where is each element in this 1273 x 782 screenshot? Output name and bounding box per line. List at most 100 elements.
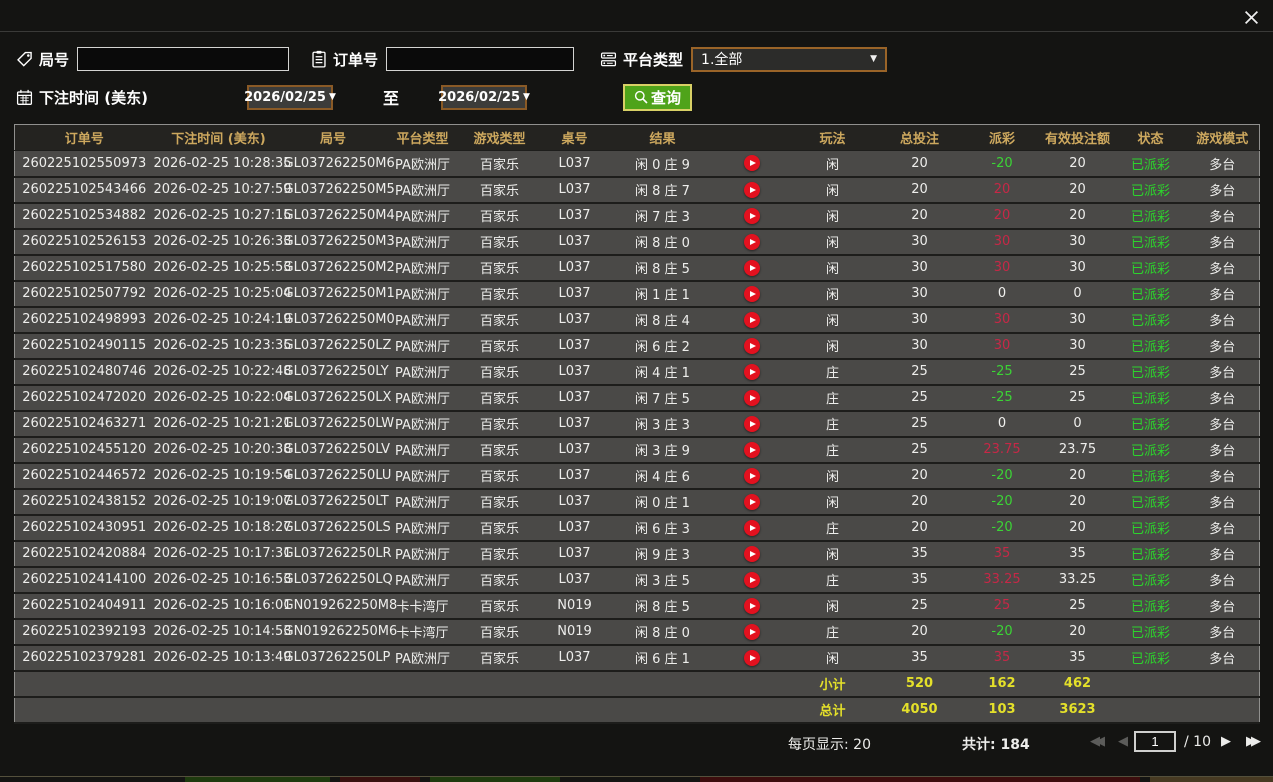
search-button[interactable]: 查询 [623, 84, 692, 111]
replay-play-icon[interactable] [744, 650, 760, 666]
tag-icon [16, 51, 33, 68]
last-page-icon[interactable]: ▶▶ [1246, 734, 1261, 749]
close-icon[interactable] [1241, 7, 1261, 27]
cell-result: 闲 4 庄 6 [613, 463, 713, 489]
replay-play-icon[interactable] [744, 338, 760, 354]
cell-time: 2026-02-25 10:18:27 [154, 515, 284, 541]
cell-play-type: 庄 [791, 385, 875, 411]
cell-round: GL037262250LW [284, 411, 383, 437]
cell-game-mode: 多台 [1186, 645, 1260, 671]
cell-round: GL037262250LZ [284, 333, 383, 359]
replay-play-icon[interactable] [744, 234, 760, 250]
cell-status: 已派彩 [1116, 333, 1186, 359]
cell-order: 260225102463271 [15, 411, 154, 437]
subtotal-valid-bet: 462 [1040, 671, 1116, 697]
cell-valid-bet: 23.75 [1040, 437, 1116, 463]
table-header-row: 订单号 下注时间 (美东) 局号 平台类型 游戏类型 桌号 结果 玩法 总投注 … [15, 125, 1260, 151]
cell-total-bet: 35 [875, 567, 965, 593]
cell-game-mode: 多台 [1186, 229, 1260, 255]
cell-play-type: 闲 [791, 333, 875, 359]
cell-round: GL037262250LS [284, 515, 383, 541]
cell-valid-bet: 0 [1040, 281, 1116, 307]
cell-game-mode: 多台 [1186, 437, 1260, 463]
replay-play-icon[interactable] [744, 442, 760, 458]
platform-type-select[interactable]: 1.全部 ▼ [691, 47, 887, 72]
replay-play-icon[interactable] [744, 546, 760, 562]
cell-play-type: 庄 [791, 619, 875, 645]
cell-platform: PA欧洲厅 [383, 541, 463, 567]
cell-status: 已派彩 [1116, 645, 1186, 671]
replay-play-icon[interactable] [744, 155, 760, 171]
replay-play-icon[interactable] [744, 364, 760, 380]
cell-round: GL037262250M0 [284, 307, 383, 333]
first-page-icon[interactable]: ◀◀ [1090, 734, 1105, 749]
cell-table-no: L037 [537, 281, 613, 307]
cell-result: 闲 0 庄 9 [613, 151, 713, 177]
header-time: 下注时间 (美东) [154, 125, 284, 151]
to-label: 至 [383, 85, 399, 109]
cell-result: 闲 1 庄 1 [613, 281, 713, 307]
cell-status: 已派彩 [1116, 177, 1186, 203]
cell-round: GL037262250LX [284, 385, 383, 411]
cell-game-type: 百家乐 [463, 151, 537, 177]
cell-result: 闲 8 庄 5 [613, 255, 713, 281]
platform-type-icon [600, 51, 617, 68]
next-page-icon[interactable]: ▶ [1221, 734, 1231, 749]
replay-play-icon[interactable] [744, 182, 760, 198]
replay-play-icon[interactable] [744, 468, 760, 484]
replay-play-icon[interactable] [744, 520, 760, 536]
cell-game-type: 百家乐 [463, 281, 537, 307]
cell-time: 2026-02-25 10:22:04 [154, 385, 284, 411]
cell-payout: 35 [965, 541, 1040, 567]
replay-play-icon[interactable] [744, 390, 760, 406]
cell-platform: PA欧洲厅 [383, 281, 463, 307]
cell-total-bet: 20 [875, 151, 965, 177]
page-number-input[interactable] [1134, 731, 1176, 752]
cell-status: 已派彩 [1116, 567, 1186, 593]
order-number-input[interactable] [386, 47, 574, 71]
cell-order: 260225102414100 [15, 567, 154, 593]
prev-page-icon[interactable]: ◀ [1118, 734, 1128, 749]
cell-game-type: 百家乐 [463, 203, 537, 229]
replay-play-icon[interactable] [744, 312, 760, 328]
replay-play-icon[interactable] [744, 624, 760, 640]
cell-order: 260225102379281 [15, 645, 154, 671]
cell-status: 已派彩 [1116, 593, 1186, 619]
cell-status: 已派彩 [1116, 619, 1186, 645]
round-number-input[interactable] [77, 47, 289, 71]
date-from-picker[interactable]: 2026/02/25 ▼ [247, 85, 333, 110]
replay-play-icon[interactable] [744, 494, 760, 510]
table-row: 260225102446572 2026-02-25 10:19:54 GL03… [15, 463, 1260, 489]
replay-play-icon[interactable] [744, 286, 760, 302]
cell-game-type: 百家乐 [463, 307, 537, 333]
replay-play-icon[interactable] [744, 260, 760, 276]
replay-play-icon[interactable] [744, 416, 760, 432]
cell-result: 闲 0 庄 1 [613, 489, 713, 515]
cell-total-bet: 30 [875, 229, 965, 255]
table-row: 260225102438152 2026-02-25 10:19:07 GL03… [15, 489, 1260, 515]
header-status: 状态 [1116, 125, 1186, 151]
cell-order: 260225102480746 [15, 359, 154, 385]
replay-play-icon[interactable] [744, 208, 760, 224]
date-to-picker[interactable]: 2026/02/25 ▼ [441, 85, 527, 110]
header-result: 结果 [613, 125, 713, 151]
cell-time: 2026-02-25 10:24:19 [154, 307, 284, 333]
cell-round: GL037262250LT [284, 489, 383, 515]
cell-order: 260225102430951 [15, 515, 154, 541]
cell-replay [713, 645, 791, 671]
replay-play-icon[interactable] [744, 572, 760, 588]
cell-payout: -25 [965, 359, 1040, 385]
cell-play-type: 闲 [791, 177, 875, 203]
cell-game-type: 百家乐 [463, 177, 537, 203]
cell-valid-bet: 0 [1040, 411, 1116, 437]
replay-play-icon[interactable] [744, 598, 760, 614]
table-row: 260225102430951 2026-02-25 10:18:27 GL03… [15, 515, 1260, 541]
cell-time: 2026-02-25 10:14:53 [154, 619, 284, 645]
cell-payout: 30 [965, 255, 1040, 281]
grand-total-row: 总计 4050 103 3623 [15, 697, 1260, 723]
cell-play-type: 庄 [791, 437, 875, 463]
cell-total-bet: 30 [875, 281, 965, 307]
cell-time: 2026-02-25 10:16:01 [154, 593, 284, 619]
cell-total-bet: 20 [875, 489, 965, 515]
cell-replay [713, 307, 791, 333]
